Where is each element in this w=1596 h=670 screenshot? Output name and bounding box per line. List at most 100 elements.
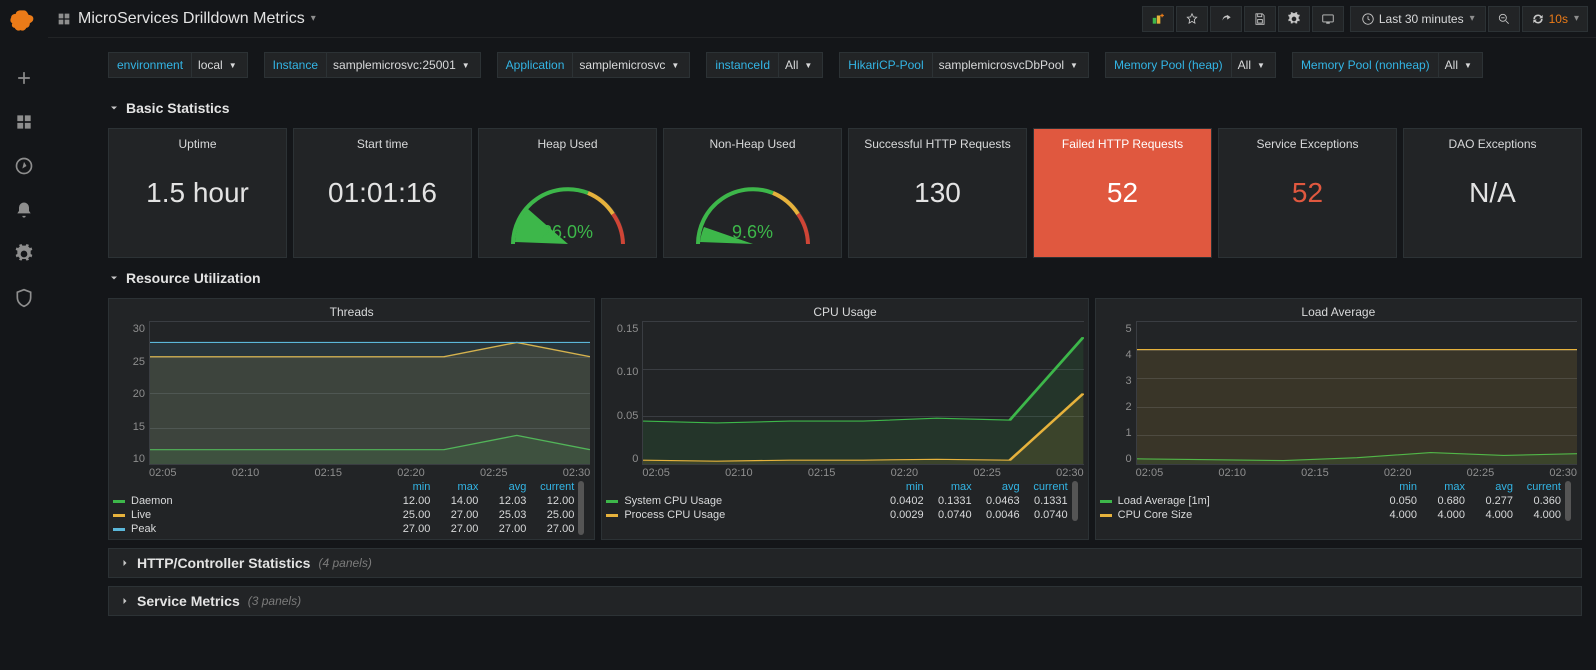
filter-label: instanceId <box>707 53 778 77</box>
legend-header-min[interactable]: min <box>382 481 430 493</box>
grafana-logo[interactable] <box>10 8 38 36</box>
legend-row[interactable]: Daemon12.0014.0012.0312.00 <box>113 495 574 507</box>
config-icon[interactable] <box>14 244 34 264</box>
y-axis: 543210 <box>1100 321 1136 481</box>
chart-title: Load Average <box>1100 305 1577 319</box>
legend-header-min[interactable]: min <box>876 481 924 493</box>
filter-value-dropdown[interactable]: All▼ <box>778 53 822 77</box>
star-button[interactable] <box>1176 6 1208 32</box>
panel-threads[interactable]: Threads302520151002:0502:1002:1502:2002:… <box>108 298 595 540</box>
settings-button[interactable] <box>1278 6 1310 32</box>
filter-application: Applicationsamplemicrosvc▼ <box>497 52 691 78</box>
panel-heap-used[interactable]: Heap Used 26.0% <box>478 128 657 258</box>
legend-header-current[interactable]: current <box>1020 481 1068 493</box>
topbar: MicroServices Drilldown Metrics ▾ Last 3… <box>48 0 1596 38</box>
panel-load-average[interactable]: Load Average 54321002:0502:1002:1502:2002… <box>1095 298 1582 540</box>
legend-header-max[interactable]: max <box>1417 481 1465 493</box>
legend-header-current[interactable]: current <box>526 481 574 493</box>
panel-failed-requests[interactable]: Failed HTTP Requests 52 <box>1033 128 1212 258</box>
add-panel-button[interactable] <box>1142 6 1174 32</box>
title-dropdown-icon[interactable]: ▾ <box>311 13 316 24</box>
legend-swatch <box>1100 500 1112 503</box>
plus-icon[interactable] <box>14 68 34 88</box>
sidebar <box>0 0 48 670</box>
time-range-picker[interactable]: Last 30 minutes ▾ <box>1350 6 1486 32</box>
legend-swatch <box>1100 514 1112 517</box>
share-button[interactable] <box>1210 6 1242 32</box>
chevron-down-icon <box>108 272 120 284</box>
refresh-button[interactable]: 10s ▾ <box>1522 6 1588 32</box>
panel-nonheap-used[interactable]: Non-Heap Used 9.6% <box>663 128 842 258</box>
filter-value-dropdown[interactable]: local▼ <box>191 53 247 77</box>
legend-swatch <box>113 500 125 503</box>
cycle-view-button[interactable] <box>1312 6 1344 32</box>
plot-area[interactable] <box>149 321 590 465</box>
filter-label: Instance <box>265 53 326 77</box>
legend-scrollbar[interactable] <box>1072 481 1078 521</box>
filter-value-dropdown[interactable]: samplemicrosvc:25001▼ <box>326 53 480 77</box>
chevron-right-icon <box>119 557 131 569</box>
legend: minmaxavgcurrent Daemon12.0014.0012.0312.… <box>113 481 590 535</box>
filter-label: HikariCP-Pool <box>840 53 931 77</box>
legend-row[interactable]: Peak27.0027.0027.0027.00 <box>113 523 574 535</box>
stats-row: Uptime 1.5 hour Start time 01:01:16 Heap… <box>108 128 1582 258</box>
legend-header-avg[interactable]: avg <box>972 481 1020 493</box>
filter-hikaricp-pool: HikariCP-PoolsamplemicrosvcDbPool▼ <box>839 52 1089 78</box>
legend-swatch <box>113 514 125 517</box>
filter-value-dropdown[interactable]: All▼ <box>1231 53 1275 77</box>
section-http[interactable]: HTTP/Controller Statistics (4 panels) <box>108 548 1582 578</box>
section-header-resource[interactable]: Resource Utilization <box>108 266 1582 290</box>
dashboard-grid-icon[interactable] <box>56 11 72 27</box>
plot-area[interactable] <box>1136 321 1577 465</box>
alerting-icon[interactable] <box>14 200 34 220</box>
legend-row[interactable]: CPU Core Size4.0004.0004.0004.000 <box>1100 509 1561 521</box>
filter-instanceid: instanceIdAll▼ <box>706 52 823 78</box>
y-axis: 3025201510 <box>113 321 149 481</box>
legend: minmaxavgcurrent System CPU Usage0.04020.… <box>606 481 1083 521</box>
filter-value-dropdown[interactable]: All▼ <box>1438 53 1482 77</box>
section-service[interactable]: Service Metrics (3 panels) <box>108 586 1582 616</box>
legend-swatch <box>606 514 618 517</box>
x-axis: 02:0502:1002:1502:2002:2502:30 <box>1136 467 1577 479</box>
plot-area[interactable] <box>642 321 1083 465</box>
legend-scrollbar[interactable] <box>578 481 584 535</box>
section-header-basic[interactable]: Basic Statistics <box>108 96 1582 120</box>
dashboard-title[interactable]: MicroServices Drilldown Metrics <box>78 10 305 28</box>
filter-value-dropdown[interactable]: samplemicrosvcDbPool▼ <box>932 53 1088 77</box>
zoom-out-button[interactable] <box>1488 6 1520 32</box>
chevron-down-icon <box>108 102 120 114</box>
filter-label: environment <box>109 53 191 77</box>
legend-row[interactable]: Load Average [1m]0.0500.6800.2770.360 <box>1100 495 1561 507</box>
legend-header-min[interactable]: min <box>1369 481 1417 493</box>
legend-header-max[interactable]: max <box>924 481 972 493</box>
admin-icon[interactable] <box>14 288 34 308</box>
panel-successful-requests[interactable]: Successful HTTP Requests 130 <box>848 128 1027 258</box>
explore-icon[interactable] <box>14 156 34 176</box>
dashboards-icon[interactable] <box>14 112 34 132</box>
legend-row[interactable]: System CPU Usage0.04020.13310.04630.1331 <box>606 495 1067 507</box>
x-axis: 02:0502:1002:1502:2002:2502:30 <box>642 467 1083 479</box>
filter-environment: environmentlocal▼ <box>108 52 248 78</box>
filter-value-dropdown[interactable]: samplemicrosvc▼ <box>572 53 689 77</box>
legend: minmaxavgcurrent Load Average [1m]0.0500.… <box>1100 481 1577 521</box>
legend-swatch <box>113 528 125 531</box>
legend-header-avg[interactable]: avg <box>1465 481 1513 493</box>
legend-header-avg[interactable]: avg <box>478 481 526 493</box>
x-axis: 02:0502:1002:1502:2002:2502:30 <box>149 467 590 479</box>
filter-label: Application <box>498 53 573 77</box>
legend-scrollbar[interactable] <box>1565 481 1571 521</box>
template-variables: environmentlocal▼ Instancesamplemicrosvc:… <box>48 38 1596 78</box>
panel-uptime[interactable]: Uptime 1.5 hour <box>108 128 287 258</box>
panel-start-time[interactable]: Start time 01:01:16 <box>293 128 472 258</box>
section-resource: Resource Utilization Threads302520151002… <box>108 266 1582 540</box>
legend-row[interactable]: Live25.0027.0025.0325.00 <box>113 509 574 521</box>
panel-service-exceptions[interactable]: Service Exceptions 52 <box>1218 128 1397 258</box>
panel-cpu-usage[interactable]: CPU Usage0.150.100.05002:0502:1002:1502:… <box>601 298 1088 540</box>
legend-row[interactable]: Process CPU Usage0.00290.07400.00460.074… <box>606 509 1067 521</box>
panel-dao-exceptions[interactable]: DAO Exceptions N/A <box>1403 128 1582 258</box>
legend-header-max[interactable]: max <box>430 481 478 493</box>
clock-icon <box>1361 12 1375 26</box>
legend-header-current[interactable]: current <box>1513 481 1561 493</box>
legend-swatch <box>606 500 618 503</box>
save-button[interactable] <box>1244 6 1276 32</box>
